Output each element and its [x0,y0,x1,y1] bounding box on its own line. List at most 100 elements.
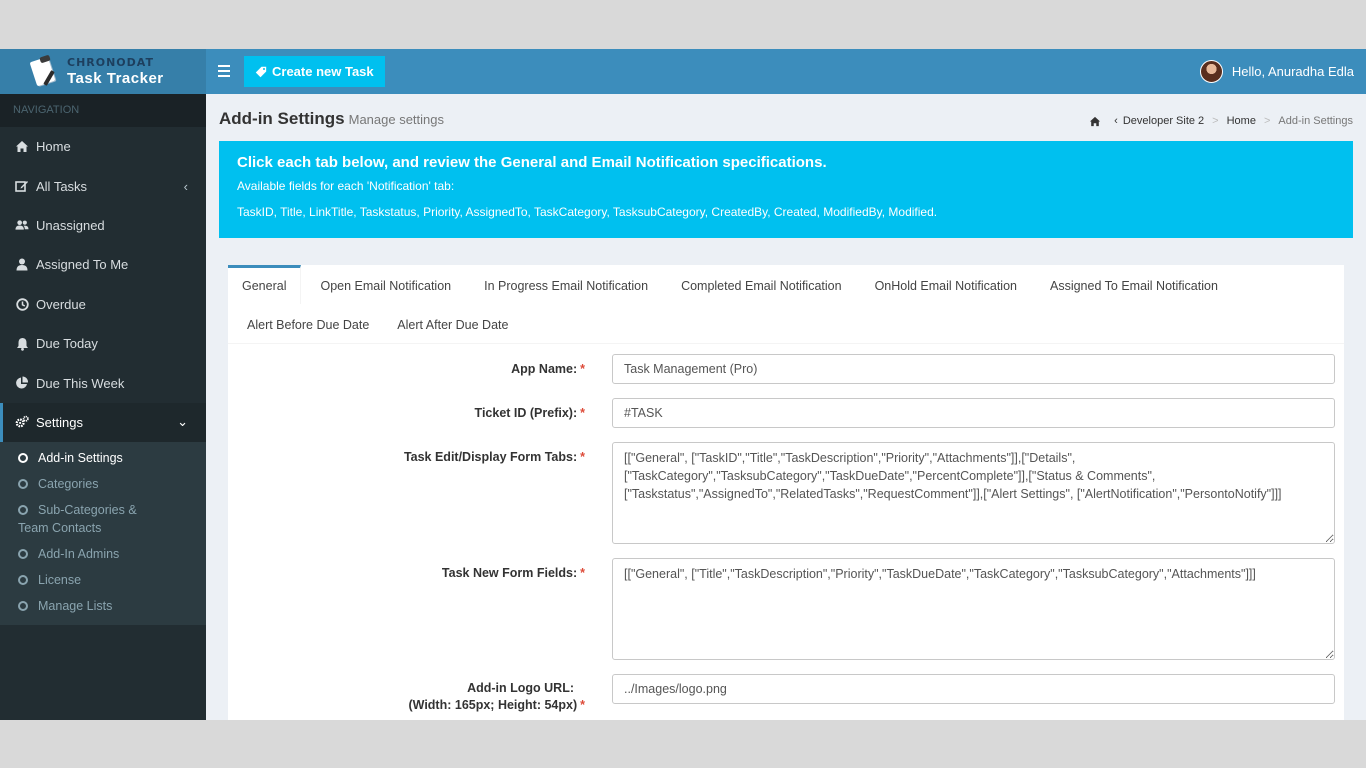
tab-assigned-to-email-notification[interactable]: Assigned To Email Notification [1036,265,1232,304]
page-title-text: Add-in Settings [219,109,345,128]
info-callout: Click each tab below, and review the Gen… [219,141,1353,238]
bell-icon [15,337,29,351]
logo-url-size-hint: (Width: 165px; Height: 54px) * [408,698,585,712]
sidebar-item-label: Due This Week [36,375,125,391]
submenu-item-label: Sub-Categories & [38,503,137,518]
sidebar-item-settings[interactable]: Settings ⌄ [0,402,206,443]
new-fields-textarea[interactable]: [["General", ["Title","TaskDescription",… [612,558,1335,660]
sidebar-toggle-icon[interactable] [218,61,232,81]
tab-onhold-email-notification[interactable]: OnHold Email Notification [861,265,1031,304]
logo-url-input[interactable] [612,674,1335,704]
submenu-item-label: License [38,573,82,588]
submenu-item-license[interactable]: License [0,567,206,593]
callout-line-1: Available fields for each 'Notification'… [237,179,455,193]
sidebar-item-assigned-to-me[interactable]: Assigned To Me [0,245,206,284]
edit-tabs-label: Task Edit/Display Form Tabs: * [285,449,585,466]
logo-url-label: Add-in Logo URL: (Width: 165px; Height: … [285,680,585,714]
sidebar-item-label: Overdue [36,296,86,312]
breadcrumb-current: Add-in Settings [1278,115,1353,127]
edit-tabs-label-text: Task Edit/Display Form Tabs: [403,450,578,464]
sidebar-item-label: Assigned To Me [36,257,129,273]
app-name-input[interactable] [612,354,1335,384]
sidebar-item-home[interactable]: Home [0,127,206,166]
brand-product: Task Tracker [67,70,164,87]
logo-url-size-hint-text: (Width: 165px; Height: 54px) [408,698,578,712]
circle-icon [18,601,28,612]
brand-company: CHRONODAT [67,56,154,69]
logo-url-label-text: Add-in Logo URL: [467,681,574,695]
top-navbar: Create new Task Hello, Anuradha Edla [206,49,1366,94]
ticket-id-input[interactable] [612,398,1335,428]
required-mark: * [580,698,585,712]
required-mark: * [580,406,585,420]
create-task-label: Create new Task [272,64,374,79]
sidebar: NAVIGATION Home All Tasks ‹ Unassigned A… [0,94,206,720]
chevron-down-icon: ⌄ [177,414,188,430]
new-fields-label-text: Task New Form Fields: [441,566,578,580]
tab-in-progress-email-notification[interactable]: In Progress Email Notification [470,265,662,304]
home-icon[interactable] [1089,116,1101,127]
clipboard-logo-icon [28,54,60,88]
tab-alert-before-due-date[interactable]: Alert Before Due Date [233,304,383,343]
tab-alert-after-due-date[interactable]: Alert After Due Date [383,304,522,343]
page-title: Add-in Settings Manage settings [219,109,444,129]
user-menu[interactable]: Hello, Anuradha Edla [1199,49,1354,94]
submenu-item-manage-lists[interactable]: Manage Lists [0,593,206,619]
brand-logo[interactable]: CHRONODAT Task Tracker [0,49,206,94]
tab-completed-email-notification[interactable]: Completed Email Notification [667,265,856,304]
breadcrumb-separator: > [1263,115,1271,127]
tab-open-email-notification[interactable]: Open Email Notification [306,265,465,304]
chevron-left-icon: ‹ [183,178,188,194]
breadcrumb-site-link[interactable]: Developer Site 2 [1123,115,1204,127]
sidebar-item-label: Settings [36,414,83,430]
callout-line-2: TaskID, Title, LinkTitle, Taskstatus, Pr… [237,205,938,219]
page-subtitle: Manage settings [348,112,445,127]
sidebar-item-unassigned[interactable]: Unassigned [0,206,206,245]
sidebar-item-label: All Tasks [36,178,88,194]
edit-icon [15,179,29,193]
gears-icon [15,415,29,429]
user-greeting: Hello, Anuradha Edla [1231,64,1354,79]
circle-icon [18,453,28,464]
required-mark: * [580,450,585,464]
sidebar-item-all-tasks[interactable]: All Tasks ‹ [0,166,206,205]
create-task-button[interactable]: Create new Task [244,56,385,87]
chevron-left-icon: ‹ [1114,115,1118,127]
circle-icon [18,575,28,586]
submenu-item-add-in-settings[interactable]: Add-in Settings [0,445,206,471]
new-fields-label: Task New Form Fields: * [285,565,585,582]
circle-icon [18,549,28,560]
required-mark: * [580,566,585,580]
edit-tabs-textarea[interactable]: [["General", ["TaskID","Title","TaskDesc… [612,442,1335,544]
submenu-item-categories[interactable]: Categories [0,471,206,497]
app-window: CHRONODAT Task Tracker Create new Task H… [0,49,1366,720]
breadcrumb-separator: > [1212,115,1219,127]
user-icon [15,258,29,272]
breadcrumb: ‹ Developer Site 2 > Home > Add-in Setti… [1089,115,1353,127]
sidebar-item-label: Home [36,139,71,155]
clock-icon [15,297,29,311]
nav-heading: NAVIGATION [0,94,206,127]
submenu-item-sub-categories[interactable]: Sub-Categories & Team Contacts [0,497,206,541]
users-icon [15,218,29,232]
sidebar-item-due-today[interactable]: Due Today [0,324,206,363]
breadcrumb-home-link[interactable]: Home [1227,115,1256,127]
submenu-item-add-in-admins[interactable]: Add-In Admins [0,541,206,567]
ticket-id-label-text: Ticket ID (Prefix): [474,406,578,420]
submenu-item-label: Categories [38,477,99,492]
callout-title: Click each tab below, and review the Gen… [237,154,827,171]
required-mark: * [580,362,585,376]
sidebar-item-label: Unassigned [36,217,105,233]
sidebar-item-overdue[interactable]: Overdue [0,285,206,324]
submenu-item-label: Add-in Settings [38,451,123,466]
sidebar-item-due-this-week[interactable]: Due This Week [0,363,206,402]
sidebar-item-label: Due Today [36,336,98,352]
submenu-item-label: Manage Lists [38,599,113,614]
tab-general[interactable]: General [228,265,302,304]
submenu-item-label: Add-In Admins [38,547,120,562]
pie-chart-icon [15,376,29,390]
settings-submenu: Add-in Settings Categories Sub-Categorie… [0,442,206,626]
app-name-label-text: App Name: [511,362,578,376]
home-icon [15,140,29,154]
circle-icon [18,479,28,490]
